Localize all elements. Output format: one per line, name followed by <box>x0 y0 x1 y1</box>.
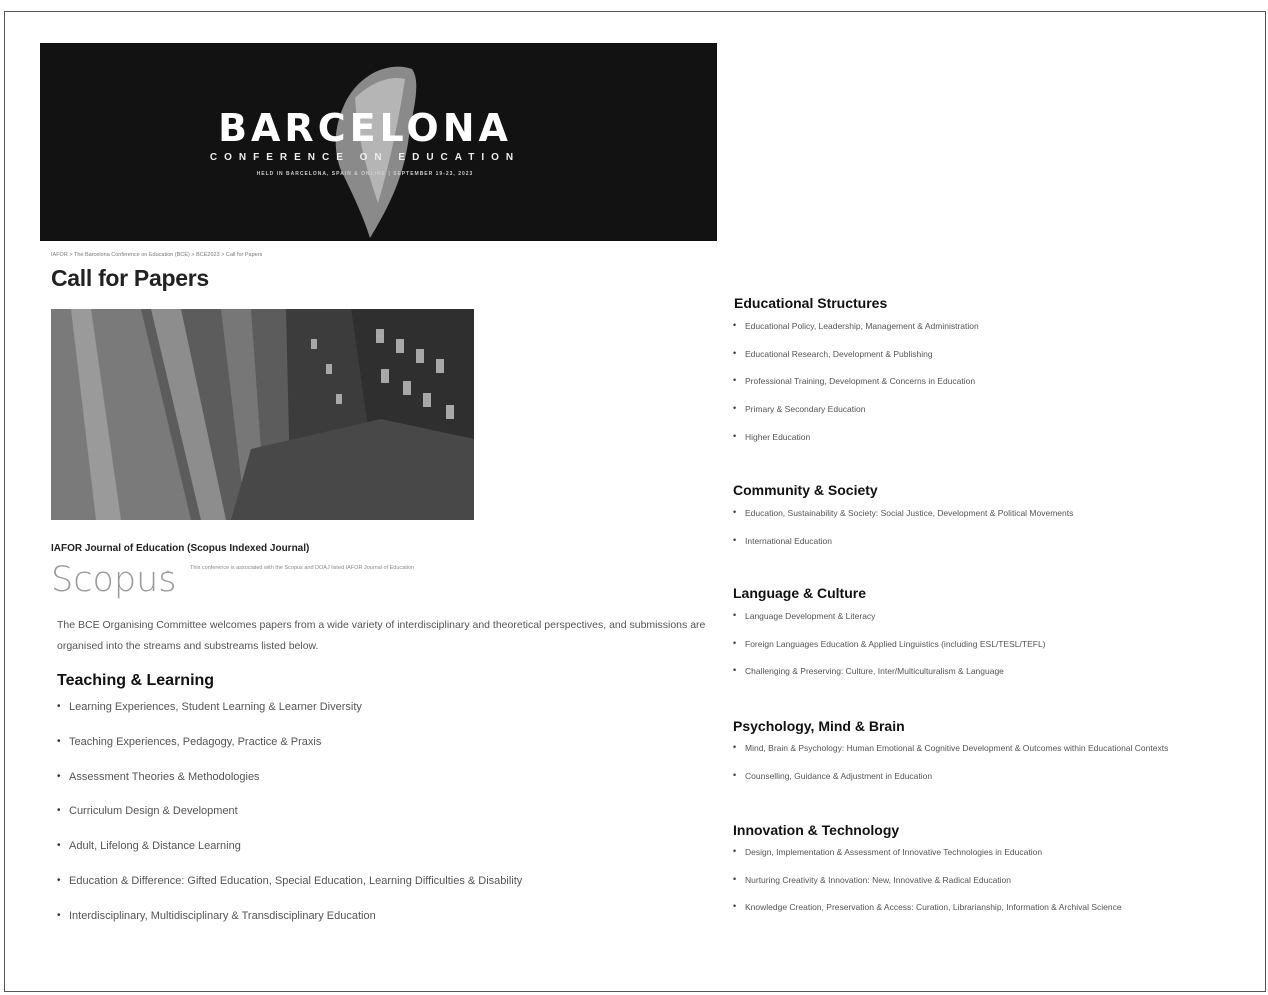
stream-list-language: Language Development & Literacy Foreign … <box>733 610 1046 694</box>
list-item: Adult, Lifelong & Distance Learning <box>57 840 522 875</box>
stream-list-structures: Educational Policy, Leadership, Manageme… <box>733 320 979 460</box>
banner-held-line: HELD IN BARCELONA, SPAIN & ONLINE | SEPT… <box>256 171 474 177</box>
scopus-registered-icon: ° <box>166 569 170 579</box>
scopus-logo[interactable]: Scopus <box>51 560 177 600</box>
stream-title-language: Language & Culture <box>733 585 867 601</box>
banner-subtitle: CONFERENCE ON EDUCATION <box>209 152 521 163</box>
page-title: Call for Papers <box>51 265 209 291</box>
list-item: Interdisciplinary, Multidisciplinary & T… <box>57 910 522 945</box>
list-item: Mind, Brain & Psychology: Human Emotiona… <box>733 742 1168 771</box>
banner-title: BARCELONA <box>218 106 512 150</box>
list-item: Educational Research, Development & Publ… <box>733 348 979 377</box>
stream-title-teaching: Teaching & Learning <box>57 672 215 689</box>
list-item: Assessment Theories & Methodologies <box>57 771 522 806</box>
stream-list-psychology: Mind, Brain & Psychology: Human Emotiona… <box>733 742 1168 799</box>
list-item: Nurturing Creativity & Innovation: New, … <box>733 874 1122 903</box>
cathedral-photo-graphic <box>51 309 474 520</box>
list-item: Knowledge Creation, Preservation & Acces… <box>733 901 1122 930</box>
list-item: International Education <box>733 535 1073 564</box>
list-item: Learning Experiences, Student Learning &… <box>57 701 522 736</box>
stream-title-psychology: Psychology, Mind & Brain <box>733 718 905 734</box>
list-item: Counselling, Guidance & Adjustment in Ed… <box>733 770 1168 799</box>
list-item: Education & Difference: Gifted Education… <box>57 875 522 910</box>
list-item: Foreign Languages Education & Applied Li… <box>733 638 1046 667</box>
list-item: Language Development & Literacy <box>733 610 1046 639</box>
intro-paragraph: The BCE Organising Committee welcomes pa… <box>57 619 706 652</box>
list-item: Challenging & Preserving: Culture, Inter… <box>733 665 1046 694</box>
stream-list-community: Education, Sustainability & Society: Soc… <box>733 507 1073 564</box>
scopus-note[interactable]: This conference is associated with the S… <box>190 563 480 574</box>
list-item: Education, Sustainability & Society: Soc… <box>733 507 1073 536</box>
list-item: Teaching Experiences, Pedagogy, Practice… <box>57 736 522 771</box>
breadcrumb[interactable]: IAFOR > The Barcelona Conference on Educ… <box>51 252 262 258</box>
list-item: Educational Policy, Leadership, Manageme… <box>733 320 979 349</box>
list-item: Primary & Secondary Education <box>733 403 979 432</box>
list-item: Professional Training, Development & Con… <box>733 375 979 404</box>
stream-list-teaching: Learning Experiences, Student Learning &… <box>57 701 522 945</box>
stream-list-innovation: Design, Implementation & Assessment of I… <box>733 846 1122 930</box>
list-item: Design, Implementation & Assessment of I… <box>733 846 1122 875</box>
list-item: Higher Education <box>733 431 979 460</box>
stream-title-innovation: Innovation & Technology <box>733 822 900 838</box>
journal-title: IAFOR Journal of Education (Scopus Index… <box>51 543 310 554</box>
stream-title-community: Community & Society <box>733 482 878 498</box>
stream-title-structures: Educational Structures <box>734 295 888 311</box>
conference-banner[interactable]: BARCELONA CONFERENCE ON EDUCATION HELD I… <box>40 43 717 241</box>
cathedral-photo <box>51 309 474 520</box>
list-item: Curriculum Design & Development <box>57 805 522 840</box>
